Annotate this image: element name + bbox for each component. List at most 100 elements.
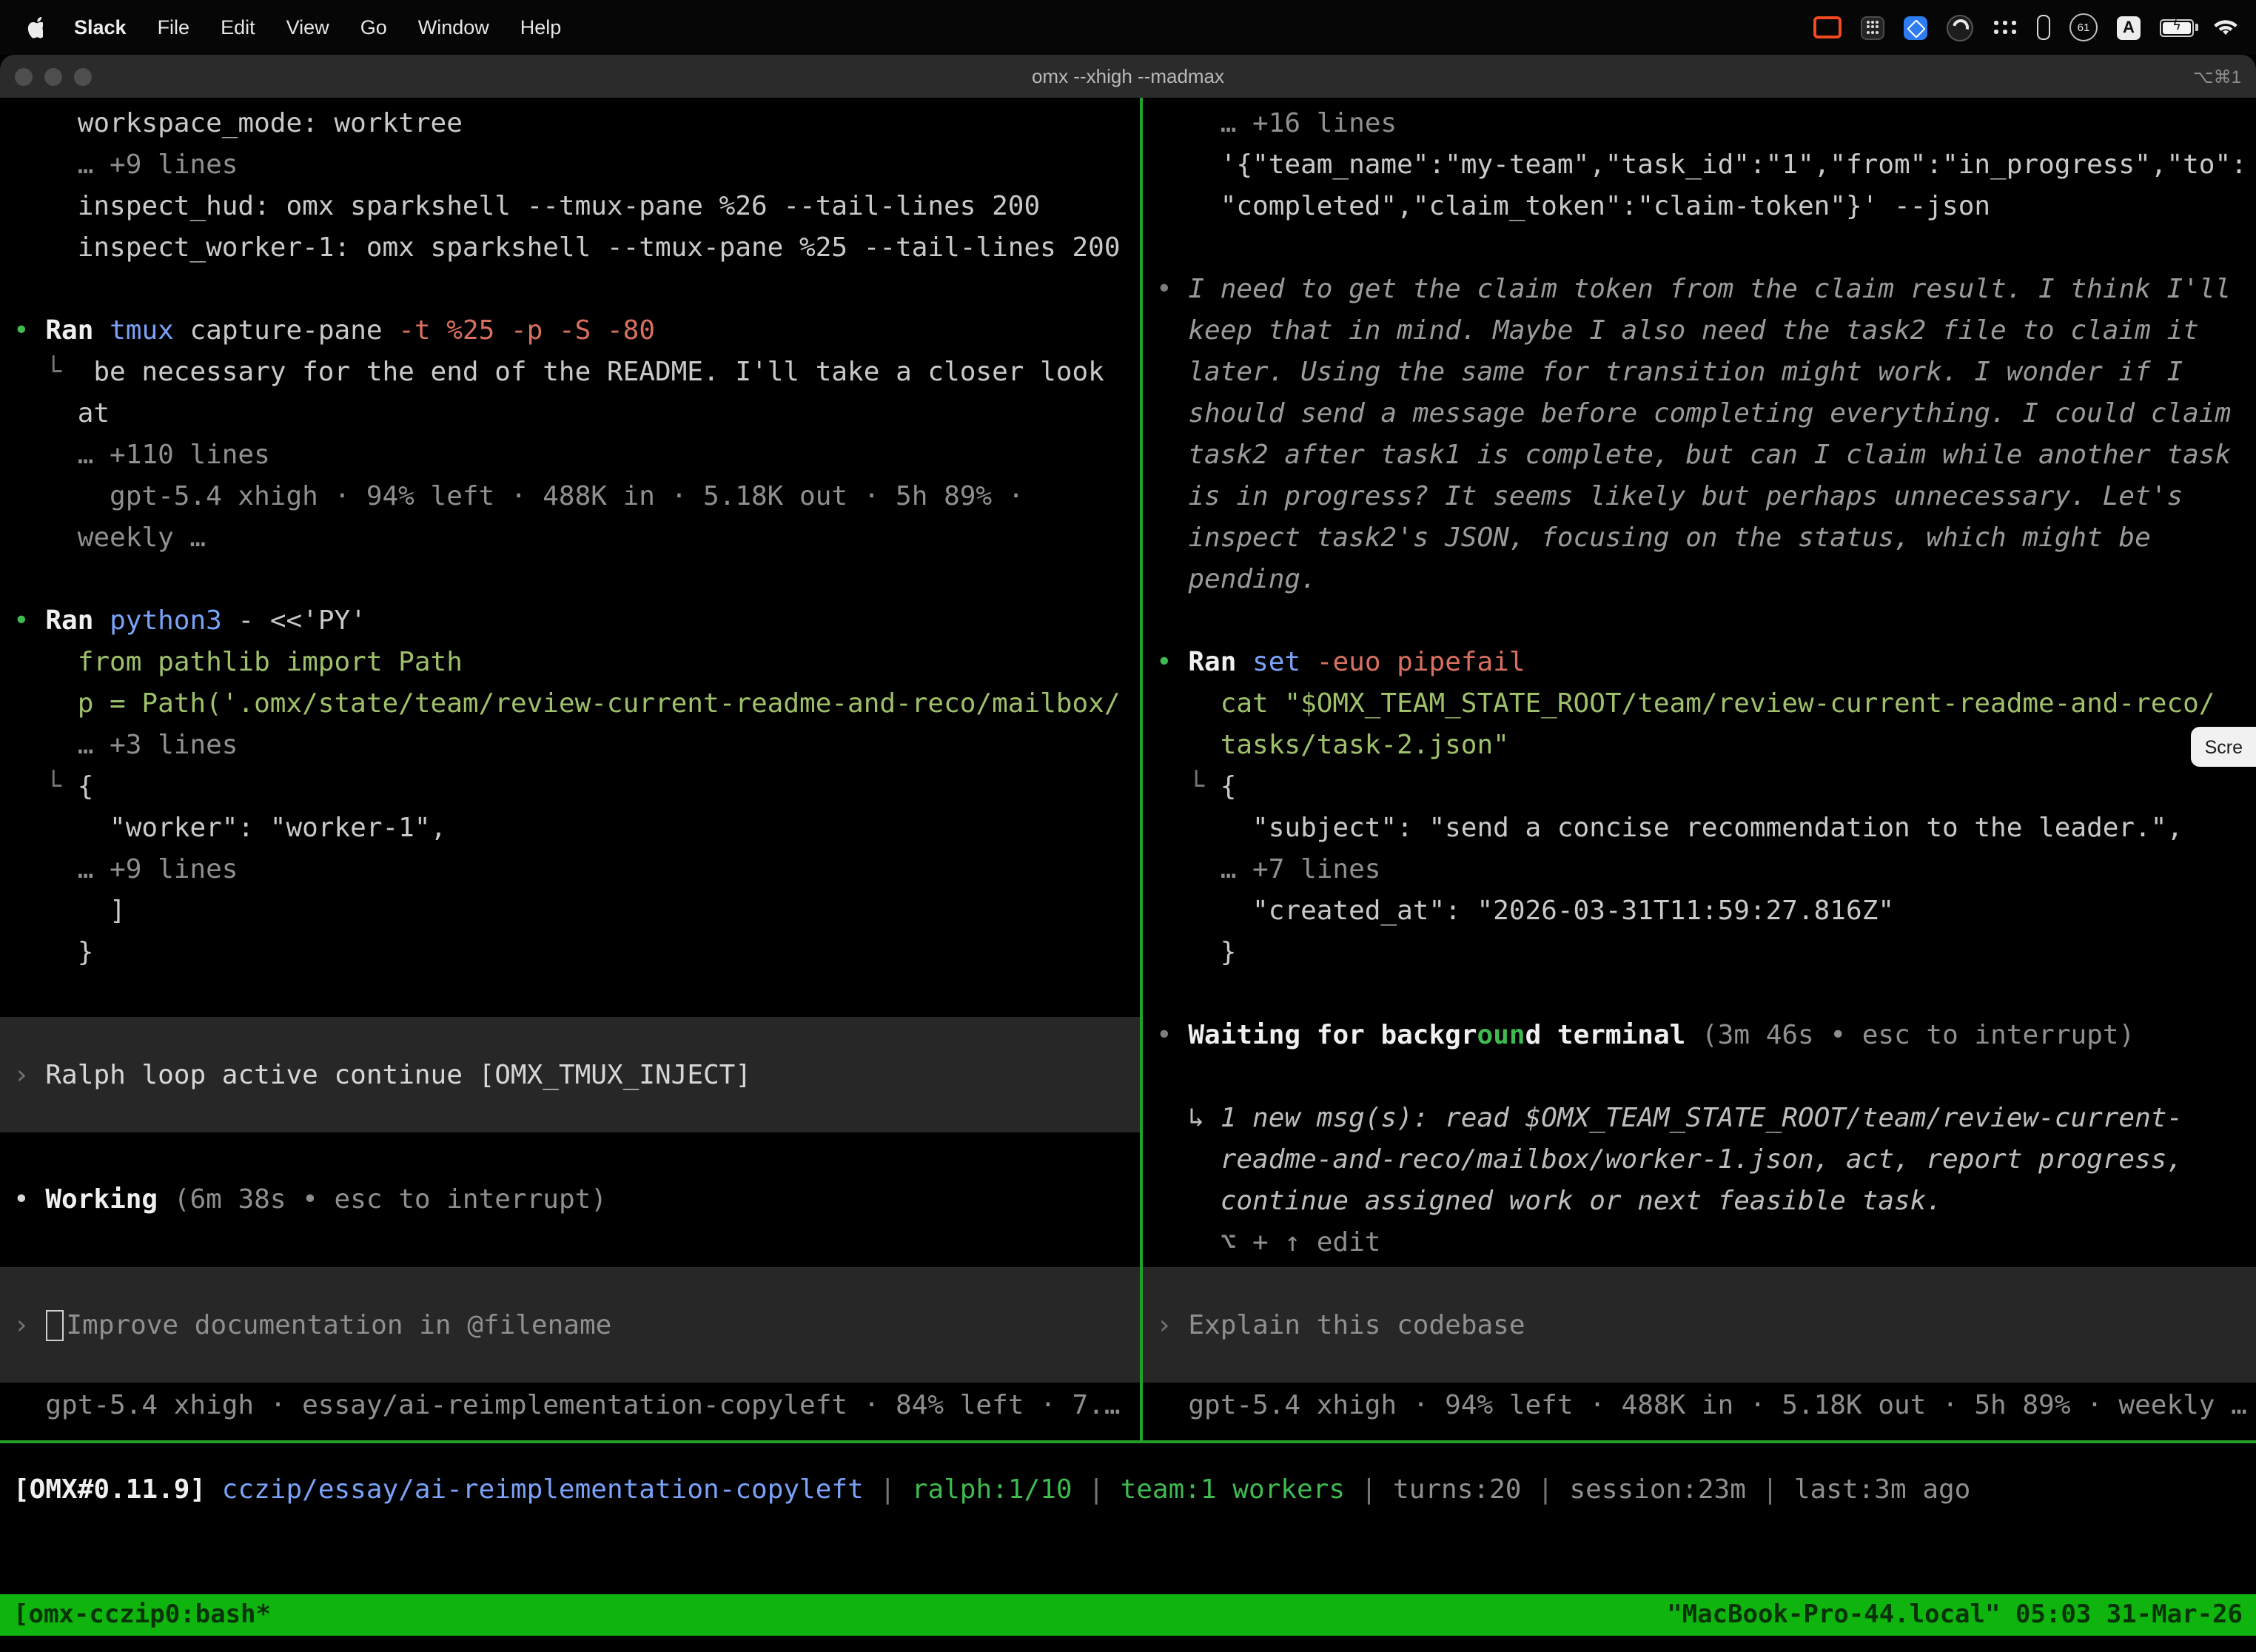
text-run: turns:20 <box>1393 1474 1521 1505</box>
menu-item-window[interactable]: Window <box>418 16 489 38</box>
terminal-line: "completed","claim_token":"claim-token"}… <box>1156 187 2256 228</box>
text-run: I need to get the claim token from the c… <box>1188 274 2231 305</box>
terminal-line: • Working (6m 38s • esc to interrupt) <box>13 1180 1140 1221</box>
keypad-icon[interactable] <box>1861 16 1884 39</box>
sidebar-pill-icon[interactable] <box>2037 15 2050 40</box>
browser-icon[interactable] <box>1947 14 1973 41</box>
text-run: └ <box>13 357 93 388</box>
pill-shape <box>2037 15 2050 40</box>
text-run: last:3m ago <box>1794 1474 1970 1505</box>
text-run: ⌥ + ↑ edit <box>1156 1227 1380 1258</box>
battery-icon[interactable]: ϟ <box>2160 19 2194 36</box>
text-run: continue assigned work or next feasible … <box>1156 1186 1942 1217</box>
text-run: Working <box>45 1184 173 1215</box>
prompt-bar[interactable]: › Explain this codebase <box>1143 1267 2256 1383</box>
battery-percent-label: 61 <box>2078 22 2090 33</box>
menu-item-go[interactable]: Go <box>360 16 387 38</box>
omx-status-line: [OMX#0.11.9] cczip/essay/ai-reimplementa… <box>13 1470 2256 1511</box>
screen-recording-icon[interactable] <box>1813 16 1842 38</box>
terminal-pane-left[interactable]: workspace_mode: worktree … +9 lines insp… <box>0 98 1140 1440</box>
terminal-line: • I need to get the claim token from the… <box>1156 269 2256 311</box>
text-run: Ran <box>1188 647 1252 678</box>
text-run: tasks/task-2.json" <box>1156 730 1509 761</box>
text-run: … +16 lines <box>1156 108 1397 139</box>
terminal-line: … +7 lines <box>1156 850 2256 891</box>
terminal-line: "subject": "send a concise recommendatio… <box>1156 808 2256 850</box>
text-run: task2 after task1 is complete, but can I… <box>1156 440 2231 471</box>
terminal-line: ⌥ + ↑ edit <box>1156 1223 2256 1264</box>
text-run: cat "$OMX_TEAM_STATE_ROOT/team/review-cu… <box>1156 688 2215 719</box>
text-run: Improve documentation in @filename <box>66 1309 611 1340</box>
apple-logo-icon[interactable] <box>24 16 43 39</box>
terminal-line: from pathlib import Path <box>13 642 1140 684</box>
terminal-line: gpt-5.4 xhigh · essay/ai-reimplementatio… <box>13 1386 1140 1427</box>
terminal-line <box>1156 601 2256 642</box>
menu-item-file[interactable]: File <box>158 16 190 38</box>
text-run: "created_at": "2026-03-31T11:59:27.816Z" <box>1156 896 1894 927</box>
text-run: p = Path('.omx/state/team/review-current… <box>13 688 1121 719</box>
terminal-line: … +110 lines <box>13 435 1140 477</box>
terminal-line <box>1156 1057 2256 1098</box>
omx-status-pane: [OMX#0.11.9] cczip/essay/ai-reimplementa… <box>0 1443 2256 1594</box>
terminal-line: • Ran tmux capture-pane -t %25 -p -S -80 <box>13 311 1140 352</box>
terminal-line <box>13 560 1140 601</box>
text-run: ↳ 1 new msg(s): read $OMX_TEAM_STATE_ROO… <box>1156 1103 2183 1134</box>
text-run: ralph:1/10 <box>912 1474 1072 1505</box>
terminal-line: … +9 lines <box>13 145 1140 187</box>
text-run: … +9 lines <box>13 150 238 181</box>
text-run: is in progress? It seems likely but perh… <box>1156 481 2183 512</box>
terminal-line: p = Path('.omx/state/team/review-current… <box>13 684 1140 725</box>
text-run: └ <box>13 771 78 802</box>
prompt-bar[interactable]: › Improve documentation in @filename <box>0 1267 1140 1383</box>
terminal-line: readme-and-reco/mailbox/worker-1.json, a… <box>1156 1140 2256 1181</box>
menu-app-name[interactable]: Slack <box>74 16 127 38</box>
prompt-bar[interactable]: › Ralph loop active continue [OMX_TMUX_I… <box>0 1017 1140 1132</box>
text-run: Ran <box>45 315 110 346</box>
terminal-line: should send a message before completing … <box>1156 394 2256 435</box>
terminal-line: ] <box>13 891 1140 933</box>
terminal-line: is in progress? It seems likely but perh… <box>1156 477 2256 518</box>
text-run: -t %25 -p -S -80 <box>398 315 655 346</box>
window-title-bar[interactable]: omx --xhigh --madmax ⌥⌘1 <box>0 55 2256 98</box>
terminal-line: pending. <box>1156 560 2256 601</box>
text-run: › <box>1156 1309 1188 1340</box>
terminal-line: … +9 lines <box>13 850 1140 891</box>
menu-item-view[interactable]: View <box>286 16 329 38</box>
text-run: • <box>1156 647 1188 678</box>
text-run: should send a message before completing … <box>1156 398 2231 429</box>
menu-item-help[interactable]: Help <box>520 16 562 38</box>
text-run: capture-pane <box>174 315 398 346</box>
text-run: weekly … <box>13 523 206 554</box>
text-run: "completed","claim_token":"claim-token"}… <box>1156 191 1990 222</box>
text-run: "worker": "worker-1", <box>13 813 446 844</box>
text-run: … +9 lines <box>13 854 238 885</box>
terminal-line: } <box>13 933 1140 974</box>
text-run <box>206 1474 222 1505</box>
text-run: workspace_mode: worktree <box>13 108 463 139</box>
terminal-line: workspace_mode: worktree <box>13 104 1140 145</box>
wifi-icon[interactable] <box>2213 18 2238 37</box>
terminal-line: └ be necessary for the end of the README… <box>13 352 1140 394</box>
text-run: | <box>1345 1474 1393 1505</box>
input-source-icon[interactable]: A <box>2117 16 2141 39</box>
text-cursor <box>45 1309 63 1340</box>
text-run: - <<'PY' <box>222 605 366 637</box>
text-run: oun <box>1477 1020 1525 1051</box>
battery-shape: ϟ <box>2160 19 2194 36</box>
text-run: • <box>13 1184 45 1215</box>
terminal-pane-right[interactable]: … +16 lines '{"team_name":"my-team","tas… <box>1143 98 2256 1440</box>
terminal-line: at <box>13 394 1140 435</box>
terminal-line: inspect_hud: omx sparkshell --tmux-pane … <box>13 187 1140 228</box>
text-run: at <box>13 398 110 429</box>
raycast-icon[interactable] <box>1904 16 1927 39</box>
menu-item-edit[interactable]: Edit <box>221 16 255 38</box>
text-run: inspect_worker-1: omx sparkshell --tmux-… <box>13 232 1121 263</box>
app-grid-icon[interactable] <box>1993 19 2018 36</box>
screen-overlay-button[interactable]: Scre <box>2192 727 2256 767</box>
text-run: ] <box>13 896 126 927</box>
battery-percent-icon[interactable]: 61 <box>2069 13 2098 41</box>
text-run: { <box>1221 771 1237 802</box>
terminal-line: weekly … <box>13 518 1140 560</box>
terminal-line: continue assigned work or next feasible … <box>1156 1181 2256 1223</box>
text-run: Waiting for backgr <box>1188 1020 1477 1051</box>
